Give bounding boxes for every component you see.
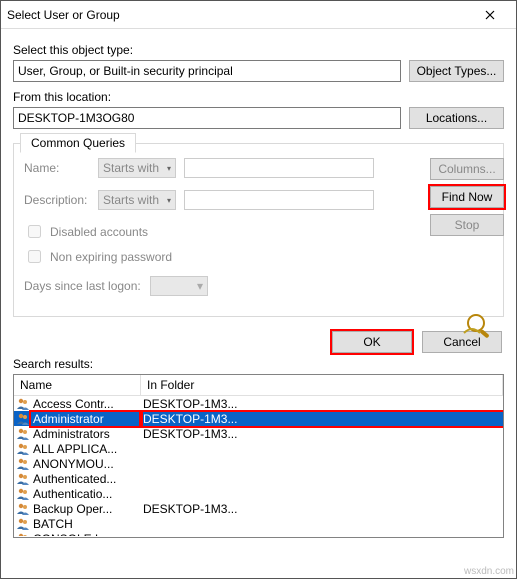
row-folder: DESKTOP-1M3...	[141, 427, 503, 441]
column-in-folder[interactable]: In Folder	[141, 375, 503, 395]
description-label: Description:	[24, 193, 90, 207]
row-name: Backup Oper...	[31, 502, 141, 516]
user-group-icon	[15, 442, 31, 456]
row-name: BATCH	[31, 517, 141, 531]
user-group-icon	[15, 487, 31, 501]
search-results-label: Search results:	[13, 357, 516, 371]
non-expiring-label: Non expiring password	[50, 250, 172, 264]
table-row[interactable]: Access Contr...DESKTOP-1M3...	[14, 396, 503, 411]
user-group-icon	[15, 427, 31, 441]
dialog-window: Select User or Group Select this object …	[0, 0, 517, 579]
chevron-down-icon: ▾	[167, 196, 171, 205]
name-input[interactable]	[184, 158, 374, 178]
column-name[interactable]: Name	[14, 375, 141, 395]
location-label: From this location:	[13, 90, 504, 104]
search-magnifier-icon	[462, 311, 498, 339]
disabled-accounts-checkbox[interactable]	[28, 225, 41, 238]
row-name: Authenticatio...	[31, 487, 141, 501]
days-logon-label: Days since last logon:	[24, 279, 142, 293]
object-type-field[interactable]	[13, 60, 401, 82]
description-mode-value: Starts with	[103, 193, 159, 207]
user-group-icon	[15, 397, 31, 411]
name-mode-combo[interactable]: Starts with ▾	[98, 158, 176, 178]
location-field[interactable]	[13, 107, 401, 129]
user-group-icon	[15, 457, 31, 471]
row-folder: DESKTOP-1M3...	[141, 397, 503, 411]
table-row[interactable]: ANONYMOU...	[14, 456, 503, 471]
row-name: Administrators	[31, 427, 141, 441]
table-row[interactable]: Backup Oper...DESKTOP-1M3...	[14, 501, 503, 516]
row-name: Administrator	[31, 412, 141, 426]
close-icon	[485, 10, 495, 20]
table-row[interactable]: BATCH	[14, 516, 503, 531]
find-now-button[interactable]: Find Now	[430, 186, 504, 208]
object-types-button[interactable]: Object Types...	[409, 60, 504, 82]
close-button[interactable]	[470, 4, 510, 26]
description-input[interactable]	[184, 190, 374, 210]
name-label: Name:	[24, 161, 90, 175]
tab-common-queries[interactable]: Common Queries	[20, 133, 136, 153]
row-name: CONSOLE L...	[31, 532, 141, 537]
columns-button[interactable]: Columns...	[430, 158, 504, 180]
table-row[interactable]: AdministratorDESKTOP-1M3...	[14, 411, 503, 426]
results-body: Access Contr...DESKTOP-1M3...Administrat…	[14, 396, 503, 536]
user-group-icon	[15, 532, 31, 537]
table-row[interactable]: CONSOLE L...	[14, 531, 503, 536]
name-mode-value: Starts with	[103, 161, 159, 175]
results-list[interactable]: Name In Folder Access Contr...DESKTOP-1M…	[13, 374, 504, 538]
row-name: Authenticated...	[31, 472, 141, 486]
locations-button[interactable]: Locations...	[409, 107, 504, 129]
object-type-label: Select this object type:	[13, 43, 504, 57]
table-row[interactable]: Authenticated...	[14, 471, 503, 486]
table-row[interactable]: AdministratorsDESKTOP-1M3...	[14, 426, 503, 441]
ok-button[interactable]: OK	[332, 331, 412, 353]
watermark: wsxdn.com	[464, 566, 514, 577]
row-name: Access Contr...	[31, 397, 141, 411]
table-row[interactable]: ALL APPLICA...	[14, 441, 503, 456]
window-title: Select User or Group	[7, 8, 470, 22]
row-name: ALL APPLICA...	[31, 442, 141, 456]
results-header: Name In Folder	[14, 375, 503, 396]
chevron-down-icon: ▾	[197, 279, 203, 293]
disabled-accounts-label: Disabled accounts	[50, 225, 148, 239]
non-expiring-checkbox[interactable]	[28, 250, 41, 263]
row-folder: DESKTOP-1M3...	[141, 502, 503, 516]
stop-button[interactable]: Stop	[430, 214, 504, 236]
description-mode-combo[interactable]: Starts with ▾	[98, 190, 176, 210]
side-buttons: Columns... Find Now Stop	[430, 158, 504, 236]
days-logon-combo[interactable]: ▾	[150, 276, 208, 296]
user-group-icon	[15, 517, 31, 531]
user-group-icon	[15, 502, 31, 516]
title-bar: Select User or Group	[1, 1, 516, 29]
chevron-down-icon: ▾	[167, 164, 171, 173]
table-row[interactable]: Authenticatio...	[14, 486, 503, 501]
row-name: ANONYMOU...	[31, 457, 141, 471]
user-group-icon	[15, 412, 31, 426]
row-folder: DESKTOP-1M3...	[141, 412, 503, 426]
user-group-icon	[15, 472, 31, 486]
